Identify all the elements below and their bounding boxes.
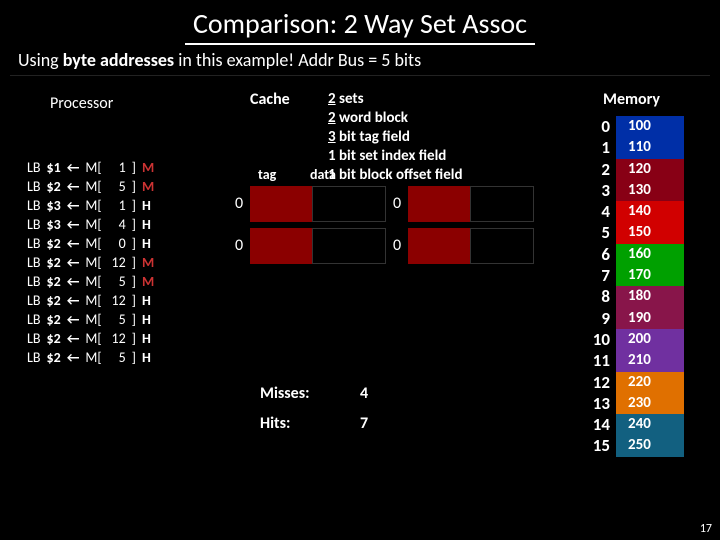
data-cell [470,186,534,222]
valid-bit: 0 [386,186,408,222]
misses-label: Misses: [260,384,310,403]
table-row: LB$2←M[5]M [24,272,157,291]
column-header-data: data [310,166,336,183]
valid-bit: 0 [228,186,250,222]
memory-index: 6 [593,244,610,265]
valid-bit: 0 [228,228,250,264]
memory-index: 14 [593,414,610,435]
memory-index: 13 [593,393,610,414]
table-row: LB$3←M[1]H [24,196,157,215]
memory-index: 4 [593,201,610,222]
memory-index: 8 [593,286,610,307]
misses-value: 4 [360,384,368,403]
data-cell [470,228,534,264]
memory-cell: 200 [616,329,684,350]
table-row: LB$2←M[0]H [24,234,157,253]
memory-label: Memory [603,90,660,109]
memory-index: 5 [593,222,610,243]
memory-cell: 230 [616,393,684,414]
memory-index: 12 [593,372,610,393]
memory-cell: 100 [616,116,684,137]
access-table: LB$1←M[1]MLB$2←M[5]MLB$3←M[1]HLB$3←M[4]H… [24,158,157,367]
memory-cell: 240 [616,414,684,435]
page-number: 17 [700,522,712,536]
memory-cell: 220 [616,372,684,393]
data-cell [312,186,386,222]
data-cell [312,228,386,264]
memory-cell: 170 [616,265,684,286]
memory-cell: 140 [616,201,684,222]
cache-specs: 2 sets 2 word block 3 bit tag field 1 bi… [328,90,463,185]
table-row: LB$2←M[5]M [24,177,157,196]
page-title: Comparison: 2 Way Set Assoc [185,6,535,45]
table-row: LB$3←M[4]H [24,215,157,234]
memory-cell: 190 [616,308,684,329]
table-row: LB$2←M[5]H [24,310,157,329]
memory-value-col: 1001101201301401501601701801902002102202… [616,116,684,457]
memory-cell: 160 [616,244,684,265]
table-row: LB$2←M[12]M [24,253,157,272]
table-row: LB$1←M[1]M [24,158,157,177]
memory-index-col: 0123456789101112131415 [593,116,610,457]
cache-label: Cache [250,90,290,109]
hits-label: Hits: [260,414,290,433]
memory-index: 0 [593,116,610,137]
memory-cell: 180 [616,286,684,307]
tag-cell [408,228,470,264]
memory-cell: 150 [616,222,684,243]
tag-cell [250,228,312,264]
memory-index: 2 [593,159,610,180]
table-row: LB$2←M[12]H [24,291,157,310]
processor-label: Processor [50,94,113,113]
memory-cell: 120 [616,159,684,180]
memory-cell: 130 [616,180,684,201]
cache-set-1: 0 0 [228,228,536,266]
memory-index: 15 [593,435,610,456]
memory-index: 11 [593,350,610,371]
table-row: LB$2←M[5]H [24,348,157,367]
column-header-tag: tag [258,166,276,183]
valid-bit: 0 [386,228,408,264]
cache-set-0: 0 0 [228,186,536,224]
tag-cell [250,186,312,222]
memory-cell: 250 [616,435,684,456]
memory-cell: 210 [616,350,684,371]
memory-index: 1 [593,137,610,158]
memory-index: 3 [593,180,610,201]
hits-value: 7 [360,414,368,433]
memory-index: 9 [593,308,610,329]
tag-cell [408,186,470,222]
memory-cell: 110 [616,137,684,158]
subtitle: Using byte addresses in this example! Ad… [0,47,720,75]
table-row: LB$2←M[12]H [24,329,157,348]
memory-index: 10 [593,329,610,350]
memory-index: 7 [593,265,610,286]
